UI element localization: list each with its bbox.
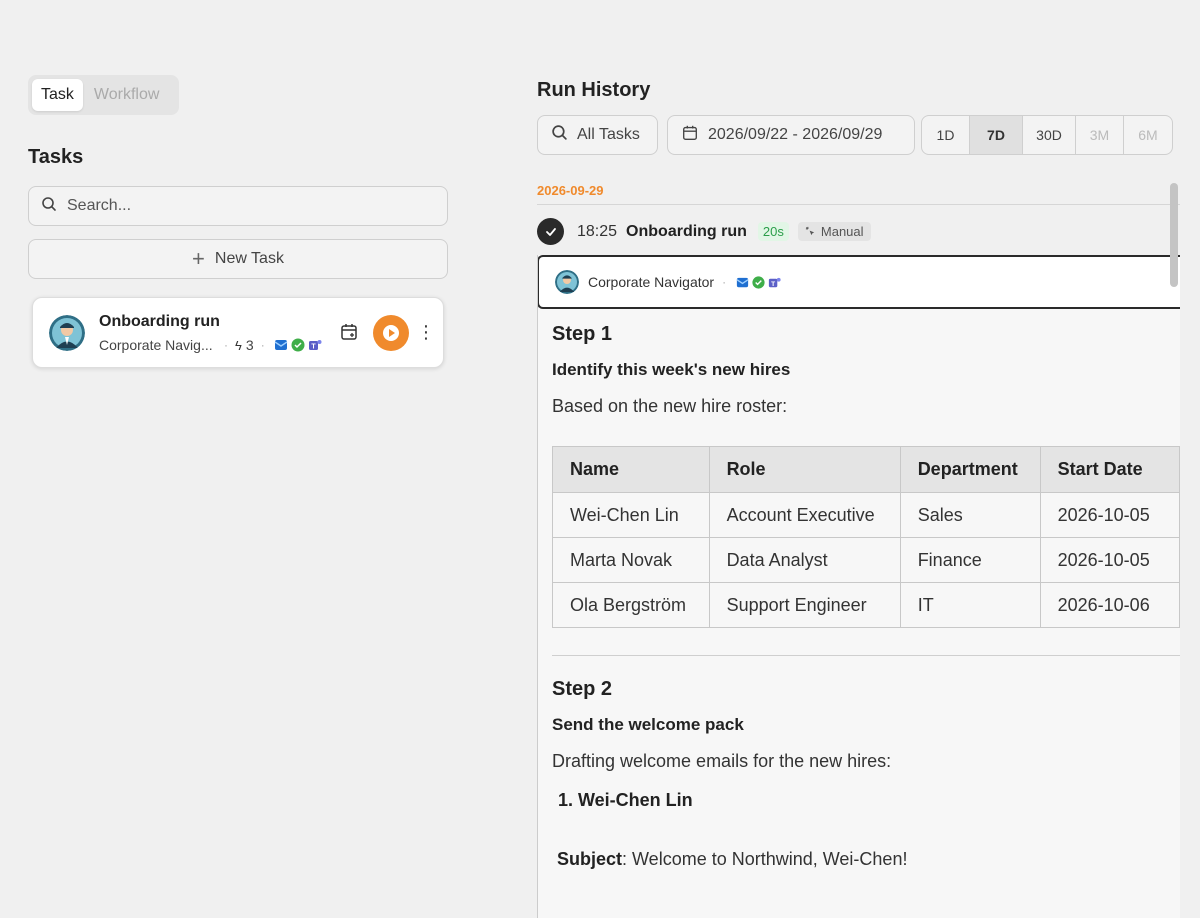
trigger-label: Manual — [820, 224, 864, 239]
check-icon — [537, 218, 564, 245]
tab-workflow[interactable]: Workflow — [85, 79, 169, 111]
task-filter-label: All Tasks — [577, 126, 640, 143]
search-icon — [41, 196, 57, 217]
table-cell: Data Analyst — [708, 537, 901, 583]
step-divider — [552, 655, 1180, 656]
run-name: Onboarding run — [626, 222, 747, 240]
sheets-icon — [291, 338, 305, 352]
subject-label: Subject — [557, 849, 623, 869]
date-group-header: 2026-09-29 — [537, 183, 604, 198]
svg-text:T: T — [311, 344, 316, 351]
table-cell: Marta Novak — [552, 537, 710, 583]
task-card[interactable]: Onboarding run Corporate Navig... · ϟ 3 … — [32, 297, 444, 368]
calendar-icon — [681, 124, 699, 147]
task-meta: Corporate Navig... · ϟ 3 · T — [99, 337, 323, 353]
table-cell: Account Executive — [708, 492, 901, 538]
run-time: 18:25 — [577, 222, 618, 240]
cursor-click-icon — [805, 226, 815, 236]
table-header-row: Name Role Department Start Date — [552, 446, 1180, 493]
tasks-heading: Tasks — [28, 146, 84, 168]
run-entry[interactable]: 18:25 Onboarding run 20s Manual — [537, 218, 871, 245]
step-2-title: Step 2 — [552, 678, 613, 700]
table-cell: IT — [899, 582, 1041, 628]
table-cell: Sales — [899, 492, 1041, 538]
task-name: Onboarding run — [99, 313, 220, 330]
column-header: Department — [899, 446, 1041, 493]
table-cell: Support Engineer — [708, 582, 901, 628]
integration-icons: T — [735, 275, 782, 290]
duration-badge: 20s — [757, 222, 789, 241]
search-icon — [551, 124, 568, 146]
list-item: Wei-Chen Lin — [578, 790, 1180, 811]
run-task-button[interactable] — [373, 315, 409, 351]
step-2-heading: Send the welcome pack — [552, 715, 744, 734]
task-filter-button[interactable]: All Tasks — [537, 115, 658, 155]
date-range-label: 2026/09/22 - 2026/09/29 — [708, 126, 883, 143]
play-icon — [383, 325, 399, 341]
new-task-label: New Task — [214, 250, 284, 267]
email-subject: Subject: Welcome to Northwind, Wei-Chen! — [552, 849, 1180, 870]
range-1d[interactable]: 1D — [922, 116, 970, 154]
more-options-icon[interactable]: ⋮ — [417, 323, 435, 341]
plus-icon: + — [192, 246, 205, 271]
scrollbar-thumb[interactable] — [1170, 183, 1178, 287]
table-row: Marta Novak Data Analyst Finance 2026-10… — [552, 537, 1180, 583]
table-cell: 2026-10-05 — [1039, 537, 1180, 583]
column-header: Name — [552, 446, 710, 493]
range-30d[interactable]: 30D — [1023, 116, 1076, 154]
step-2-intro: Drafting welcome emails for the new hire… — [552, 751, 892, 771]
date-range-picker[interactable]: 2026/09/22 - 2026/09/29 — [667, 115, 915, 155]
task-agent: Corporate Navig... — [99, 337, 213, 353]
range-3m: 3M — [1076, 116, 1124, 154]
table-cell: Finance — [899, 537, 1041, 583]
agent-name: Corporate Navigator — [588, 274, 715, 290]
agent-avatar — [49, 315, 85, 351]
subject-value: : Welcome to Northwind, Wei-Chen! — [622, 849, 908, 869]
tab-task[interactable]: Task — [32, 79, 83, 111]
mode-switch: Task Workflow — [28, 75, 179, 115]
teams-icon: T — [308, 340, 322, 351]
outlook-icon — [274, 340, 288, 350]
task-search[interactable] — [28, 186, 448, 226]
trigger-count: 3 — [245, 337, 254, 353]
sheets-icon — [752, 275, 765, 289]
run-output: Step 1 Identify this week's new hires Ba… — [538, 309, 1180, 870]
divider — [537, 204, 1180, 205]
search-input[interactable] — [67, 197, 427, 215]
integration-icons: T — [273, 337, 323, 353]
new-hires-table: Name Role Department Start Date Wei-Chen… — [552, 446, 1180, 628]
step-1-heading: Identify this week's new hires — [552, 360, 791, 379]
trigger-badge: Manual — [797, 222, 871, 241]
welcome-email-list: Wei-Chen Lin — [552, 790, 1180, 811]
run-detail-panel: Corporate Navigator · T Step 1 Identify … — [537, 255, 1180, 918]
svg-text:T: T — [771, 280, 775, 287]
run-history-title: Run History — [537, 79, 651, 101]
table-cell: Ola Bergström — [552, 582, 710, 628]
column-header: Start Date — [1039, 446, 1180, 493]
teams-icon: T — [768, 277, 781, 287]
table-cell: 2026-10-05 — [1039, 492, 1180, 538]
table-cell: Wei-Chen Lin — [552, 492, 710, 538]
range-6m: 6M — [1138, 127, 1158, 143]
table-row: Ola Bergström Support Engineer IT 2026-1… — [552, 582, 1180, 628]
outlook-icon — [736, 277, 749, 287]
schedule-icon[interactable] — [339, 322, 359, 347]
step-1-intro: Based on the new hire roster: — [552, 396, 788, 416]
new-task-button[interactable]: + New Task — [28, 239, 448, 279]
lightning-icon: ϟ — [235, 337, 242, 353]
table-row: Wei-Chen Lin Account Executive Sales 202… — [552, 492, 1180, 538]
step-1-title: Step 1 — [552, 323, 613, 345]
run-detail-header: Corporate Navigator · T — [538, 255, 1180, 309]
table-cell: 2026-10-06 — [1039, 582, 1180, 628]
range-7d[interactable]: 7D — [970, 116, 1023, 154]
agent-avatar — [555, 270, 579, 294]
range-selector: 1D 7D 30D 3M 6M — [921, 115, 1173, 155]
column-header: Role — [708, 446, 901, 493]
